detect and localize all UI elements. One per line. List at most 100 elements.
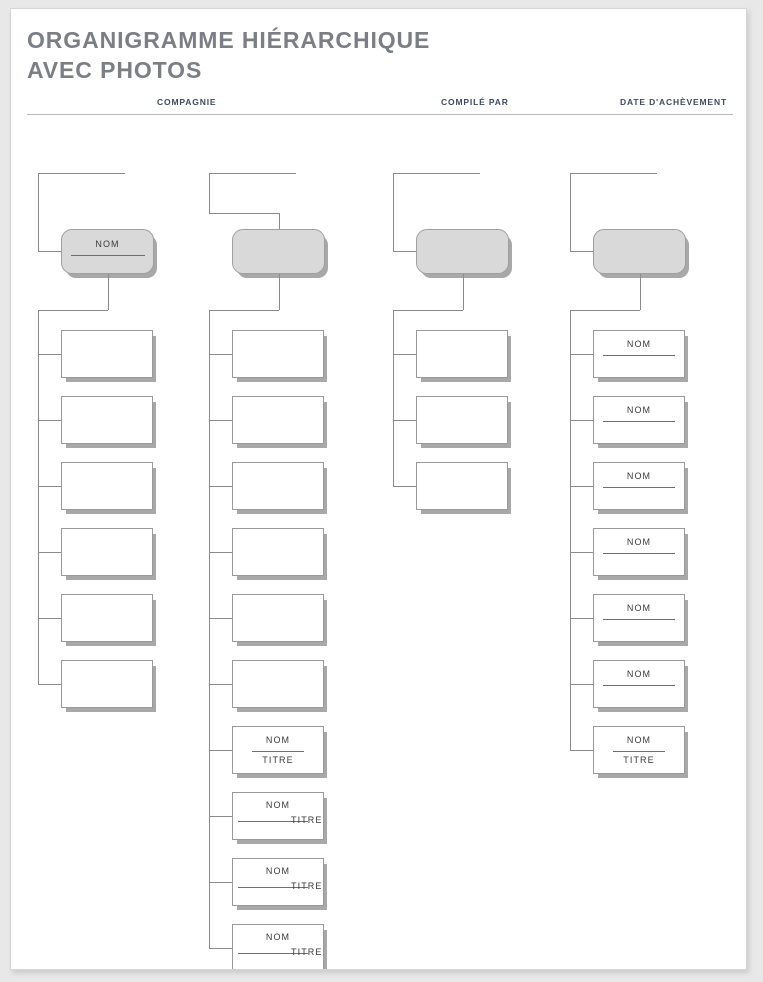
node-write-in-rule[interactable]: [252, 751, 304, 752]
top-connector-horizontal: [571, 173, 657, 174]
head-drop-horizontal: [209, 310, 279, 311]
node-content: [417, 463, 507, 509]
org-node-child[interactable]: NOM TITRE: [232, 792, 324, 840]
org-node-child[interactable]: NOM: [593, 330, 685, 378]
top-connector-horizontal: [210, 173, 296, 174]
org-node-head-2[interactable]: [232, 229, 325, 274]
meta-field-row: COMPAGNIE COMPILÉ PAR DATE D'ACHÈVEMENT: [19, 97, 739, 123]
child-connector: [209, 684, 232, 685]
child-connector: [570, 618, 593, 619]
node-content: NOM TITRE: [233, 859, 323, 905]
node-write-in-rule[interactable]: [603, 487, 675, 488]
org-node-child[interactable]: NOM: [593, 594, 685, 642]
org-node-child[interactable]: [416, 462, 508, 510]
node-content: NOM: [594, 463, 684, 509]
node-titre-row: TITRE: [233, 947, 323, 959]
child-connector: [570, 684, 593, 685]
org-node-child[interactable]: [232, 462, 324, 510]
child-connector: [209, 618, 232, 619]
top-connector-vertical: [209, 173, 210, 213]
head-drop-vertical: [278, 274, 280, 310]
org-node-child[interactable]: [61, 594, 153, 642]
top-connector-horizontal: [394, 173, 480, 174]
node-titre-row: TITRE: [233, 881, 323, 893]
node-write-in-rule[interactable]: [613, 751, 665, 752]
node-content: [62, 595, 152, 641]
node-titre-label: TITRE: [291, 947, 323, 957]
org-node-child[interactable]: [61, 462, 153, 510]
node-titre-label: TITRE: [291, 815, 323, 825]
org-node-child[interactable]: [232, 330, 324, 378]
node-content: [233, 230, 324, 273]
node-write-in-rule[interactable]: [603, 355, 675, 356]
child-connector: [570, 552, 593, 553]
node-titre-label: TITRE: [291, 881, 323, 891]
node-content: [417, 397, 507, 443]
child-connector: [38, 684, 61, 685]
top-connector-branch: [209, 213, 279, 214]
node-content: [233, 397, 323, 443]
org-node-child[interactable]: [416, 330, 508, 378]
head-drop-horizontal: [38, 310, 108, 311]
org-node-child[interactable]: NOM TITRE: [593, 726, 685, 774]
node-nom-label: NOM: [265, 800, 291, 810]
node-content: [233, 529, 323, 575]
node-content: [417, 230, 508, 273]
child-connector: [209, 486, 232, 487]
org-node-child[interactable]: NOM TITRE: [232, 924, 324, 969]
node-nom-label: NOM: [626, 339, 652, 349]
org-node-head-1[interactable]: NOM: [61, 229, 154, 274]
org-node-child[interactable]: [61, 660, 153, 708]
org-node-child[interactable]: NOM: [593, 660, 685, 708]
child-connector: [393, 420, 416, 421]
head-drop-vertical: [639, 274, 641, 310]
org-node-child[interactable]: NOM: [593, 396, 685, 444]
page-title-line-2: AVEC PHOTOS: [27, 57, 203, 83]
org-node-child[interactable]: NOM TITRE: [232, 726, 324, 774]
node-content: NOM TITRE: [233, 793, 323, 839]
child-connector: [209, 948, 232, 949]
top-connector-vertical: [570, 173, 571, 251]
node-nom-label: NOM: [626, 537, 652, 547]
child-connector: [570, 750, 593, 751]
node-write-in-rule[interactable]: [603, 619, 675, 620]
node-content: NOM TITRE: [233, 925, 323, 969]
node-write-in-rule[interactable]: [70, 255, 145, 256]
node-content: NOM: [594, 595, 684, 641]
org-node-head-3[interactable]: [416, 229, 509, 274]
org-node-child[interactable]: NOM TITRE: [232, 858, 324, 906]
org-node-head-4[interactable]: [593, 229, 686, 274]
child-connector: [209, 552, 232, 553]
node-nom-label: NOM: [265, 735, 291, 745]
top-connector-vertical: [393, 173, 394, 251]
org-node-child[interactable]: [416, 396, 508, 444]
meta-label-date-achevement: DATE D'ACHÈVEMENT: [620, 97, 727, 107]
page-title-line-1: ORGANIGRAMME HIÉRARCHIQUE: [27, 27, 431, 53]
org-node-child[interactable]: [232, 594, 324, 642]
head-drop-horizontal: [570, 310, 640, 311]
node-content: [62, 331, 152, 377]
head-drop-vertical: [107, 274, 109, 310]
node-titre-row: TITRE: [233, 815, 323, 827]
org-node-child[interactable]: [232, 396, 324, 444]
org-node-child[interactable]: NOM: [593, 462, 685, 510]
node-write-in-rule[interactable]: [603, 421, 675, 422]
node-nom-label: NOM: [265, 866, 291, 876]
child-connector: [570, 354, 593, 355]
child-connector: [393, 354, 416, 355]
node-write-in-rule[interactable]: [603, 685, 675, 686]
children-spine: [38, 310, 39, 684]
org-node-child[interactable]: [232, 660, 324, 708]
org-node-child[interactable]: [61, 528, 153, 576]
org-node-child[interactable]: [232, 528, 324, 576]
head-drop-horizontal: [393, 310, 463, 311]
meta-label-compagnie: COMPAGNIE: [157, 97, 217, 107]
org-node-child[interactable]: NOM: [593, 528, 685, 576]
meta-label-compile-par: COMPILÉ PAR: [441, 97, 509, 107]
top-connector-vertical: [38, 173, 39, 251]
child-connector: [209, 882, 232, 883]
org-node-child[interactable]: [61, 330, 153, 378]
node-write-in-rule[interactable]: [603, 553, 675, 554]
screenshot-root: ORGANIGRAMME HIÉRARCHIQUE AVEC PHOTOS CO…: [0, 0, 763, 982]
org-node-child[interactable]: [61, 396, 153, 444]
